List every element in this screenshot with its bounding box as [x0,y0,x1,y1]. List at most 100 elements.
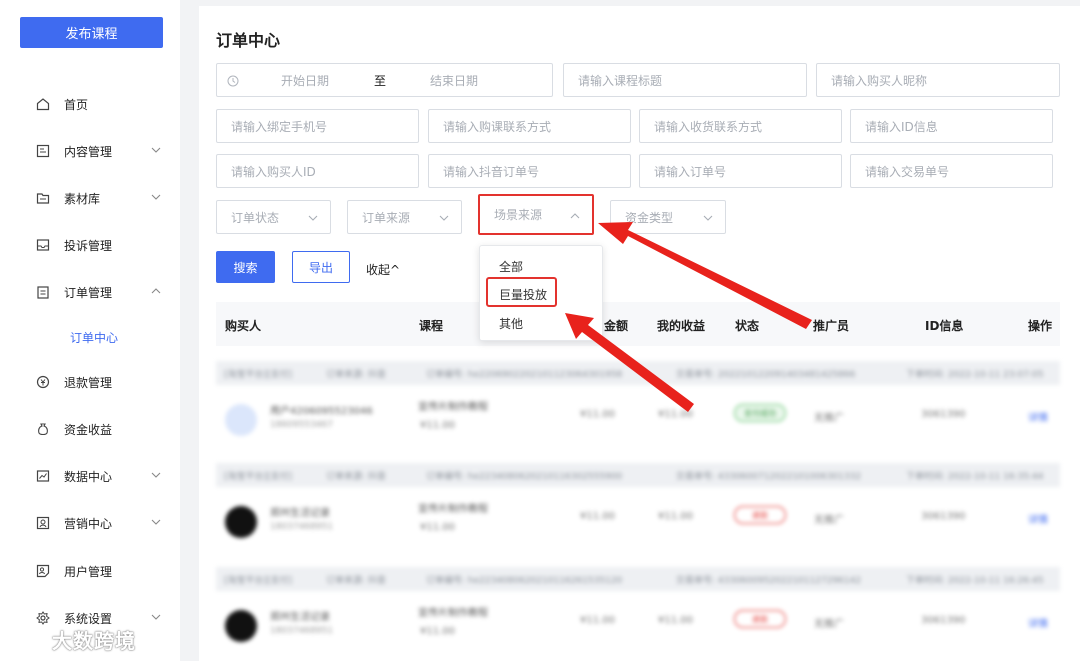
course-name: 宣传片制作教程 [418,402,488,413]
gear-icon [36,611,50,625]
sidebar: 发布课程 首页 内容管理 素材库 投诉管理 订单管理 订单中心 退款管理 资金收… [0,0,180,661]
chevron-down-icon [151,194,161,200]
sidebar-item-label: 订单管理 [64,285,113,300]
promoter: 无推广 [814,515,844,526]
date-separator: 至 [374,73,387,88]
chevron-down-icon [151,472,161,478]
folder-icon [36,193,50,204]
bound-phone-input[interactable]: 请输入绑定手机号 [216,109,419,143]
sidebar-item-data[interactable]: 数据中心 [0,461,180,491]
order-platform: [淘宝平台][支付] [224,576,293,586]
col-my-income: 我的收益 [657,319,706,333]
sidebar-item-marketing[interactable]: 营销中心 [0,508,180,538]
id-info: 3061390 [921,511,966,522]
col-course: 课程 [419,319,444,333]
sidebar-item-label: 首页 [64,97,89,112]
chevron-down-icon [439,215,449,221]
search-button[interactable]: 搜索 [216,251,275,283]
course-name: 宣传片制作教程 [418,504,488,515]
buyer-name: 用户4206095523046 [270,406,373,417]
status-badge: 退款 [734,506,786,524]
id-info-input[interactable]: 请输入ID信息 [850,109,1053,143]
watermark: 大数跨境 [8,625,136,654]
buy-contact-input[interactable]: 请输入购课联系方式 [428,109,631,143]
page-title: 订单中心 [216,31,281,50]
table-row: [淘宝平台][支付] 订单来源: 抖音 订单编号: he223408062021… [216,463,1060,557]
dropdown-option-all[interactable]: 全部 [499,258,523,275]
col-buyer: 购买人 [225,319,262,333]
order-body: 用户4206095523046 18609553467 宣传片制作教程 ¥11.… [216,385,1060,455]
detail-link[interactable]: 详情 [1028,409,1048,424]
sidebar-item-label: 数据中心 [64,469,113,484]
fund-type-select[interactable]: 资金类型 [610,200,726,234]
chevron-down-icon [308,215,318,221]
table-header: 购买人 课程 金额 我的收益 状态 推广员 ID信息 操作 [216,302,1060,346]
detail-link[interactable]: 详情 [1028,615,1048,630]
ship-contact-input[interactable]: 请输入收货联系方式 [639,109,842,143]
sidebar-item-label: 退款管理 [64,375,113,390]
chevron-up-icon [151,288,161,294]
start-date-placeholder[interactable]: 开始日期 [281,72,329,89]
collapse-filters-link[interactable]: 收起^ [366,261,400,278]
sidebar-item-label: 投诉管理 [64,238,113,253]
order-source-label: 订单来源 [362,210,411,225]
sidebar-item-label: 素材库 [64,191,101,206]
sidebar-item-revenue[interactable]: 资金收益 [0,414,180,444]
order-status-select[interactable]: 订单状态 [216,200,331,234]
order-meta: [淘宝平台][支付] 订单来源: 抖音 订单编号: he220690220210… [216,361,1060,385]
sidebar-item-label: 系统设置 [64,611,113,626]
course-title-input[interactable]: 请输入课程标题 [563,63,807,97]
col-id-info: ID信息 [925,319,964,333]
trade-number: 交易单号: 4330600712022101006301332 [676,472,862,482]
detail-link[interactable]: 详情 [1028,511,1048,526]
order-platform: [淘宝平台][支付] [224,370,293,380]
col-promoter: 推广员 [813,319,850,333]
sidebar-item-users[interactable]: 用户管理 [0,556,180,586]
watermark-text: 大数跨境 [52,629,136,653]
sidebar-item-home[interactable]: 首页 [0,89,180,119]
order-income: ¥11.00 [658,615,693,626]
publish-course-button[interactable]: 发布课程 [20,17,163,48]
course-price: ¥11.00 [420,626,455,637]
order-number: 订单编号: he2234080620210116302555900 [426,472,623,482]
sidebar-item-label: 内容管理 [64,144,113,159]
export-button[interactable]: 导出 [292,251,350,283]
douyin-order-input[interactable]: 请输入抖音订单号 [428,154,631,188]
order-source-select[interactable]: 订单来源 [347,200,462,234]
money-bag-icon [38,423,48,436]
order-platform: [淘宝平台][支付] [224,472,293,482]
dropdown-option-other[interactable]: 其他 [499,315,523,332]
scene-source-select[interactable]: 场景来源 [478,194,594,235]
order-source: 订单来源: 抖音 [326,370,386,380]
promoter: 无推广 [814,619,844,630]
main-panel: 订单中心 开始日期 至 结束日期 请输入课程标题 请输入购买人昵称 请输入绑定手… [199,6,1080,661]
order-body: 郑州生活记录 18037468951 宣传片制作教程 ¥11.00 ¥11.00… [216,591,1060,661]
order-source: 订单来源: 抖音 [326,472,386,482]
clock-icon [227,75,239,87]
avatar [225,610,257,642]
sidebar-item-material[interactable]: 素材库 [0,183,180,213]
order-no-input[interactable]: 请输入订单号 [639,154,842,188]
order-number: 订单编号: he2234080620210116261535120 [426,576,623,586]
order-source: 订单来源: 抖音 [326,576,386,586]
end-date-placeholder[interactable]: 结束日期 [430,72,478,89]
order-amount: ¥11.00 [580,511,615,522]
buyer-nickname-input[interactable]: 请输入购买人昵称 [816,63,1060,97]
date-range-picker[interactable]: 开始日期 至 结束日期 [216,63,553,97]
sidebar-subitem-order-center[interactable]: 订单中心 [70,329,118,346]
col-status: 状态 [735,319,760,333]
promoter: 无推广 [814,413,844,424]
order-meta: [淘宝平台][支付] 订单来源: 抖音 订单编号: he223408062021… [216,463,1060,487]
trade-no-input[interactable]: 请输入交易单号 [850,154,1053,188]
sidebar-item-complaints[interactable]: 投诉管理 [0,230,180,260]
refund-icon [36,375,50,389]
buyer-id-input[interactable]: 请输入购买人ID [216,154,419,188]
sidebar-item-refunds[interactable]: 退款管理 [0,367,180,397]
sidebar-item-content[interactable]: 内容管理 [0,136,180,166]
sidebar-item-label: 资金收益 [64,422,113,437]
chevron-down-icon [151,147,161,153]
highlight-box [486,277,557,307]
sidebar-item-orders[interactable]: 订单管理 [0,277,180,307]
course-name: 宣传片制作教程 [418,608,488,619]
table-row: [淘宝平台][支付] 订单来源: 抖音 订单编号: he220690220210… [216,361,1060,455]
